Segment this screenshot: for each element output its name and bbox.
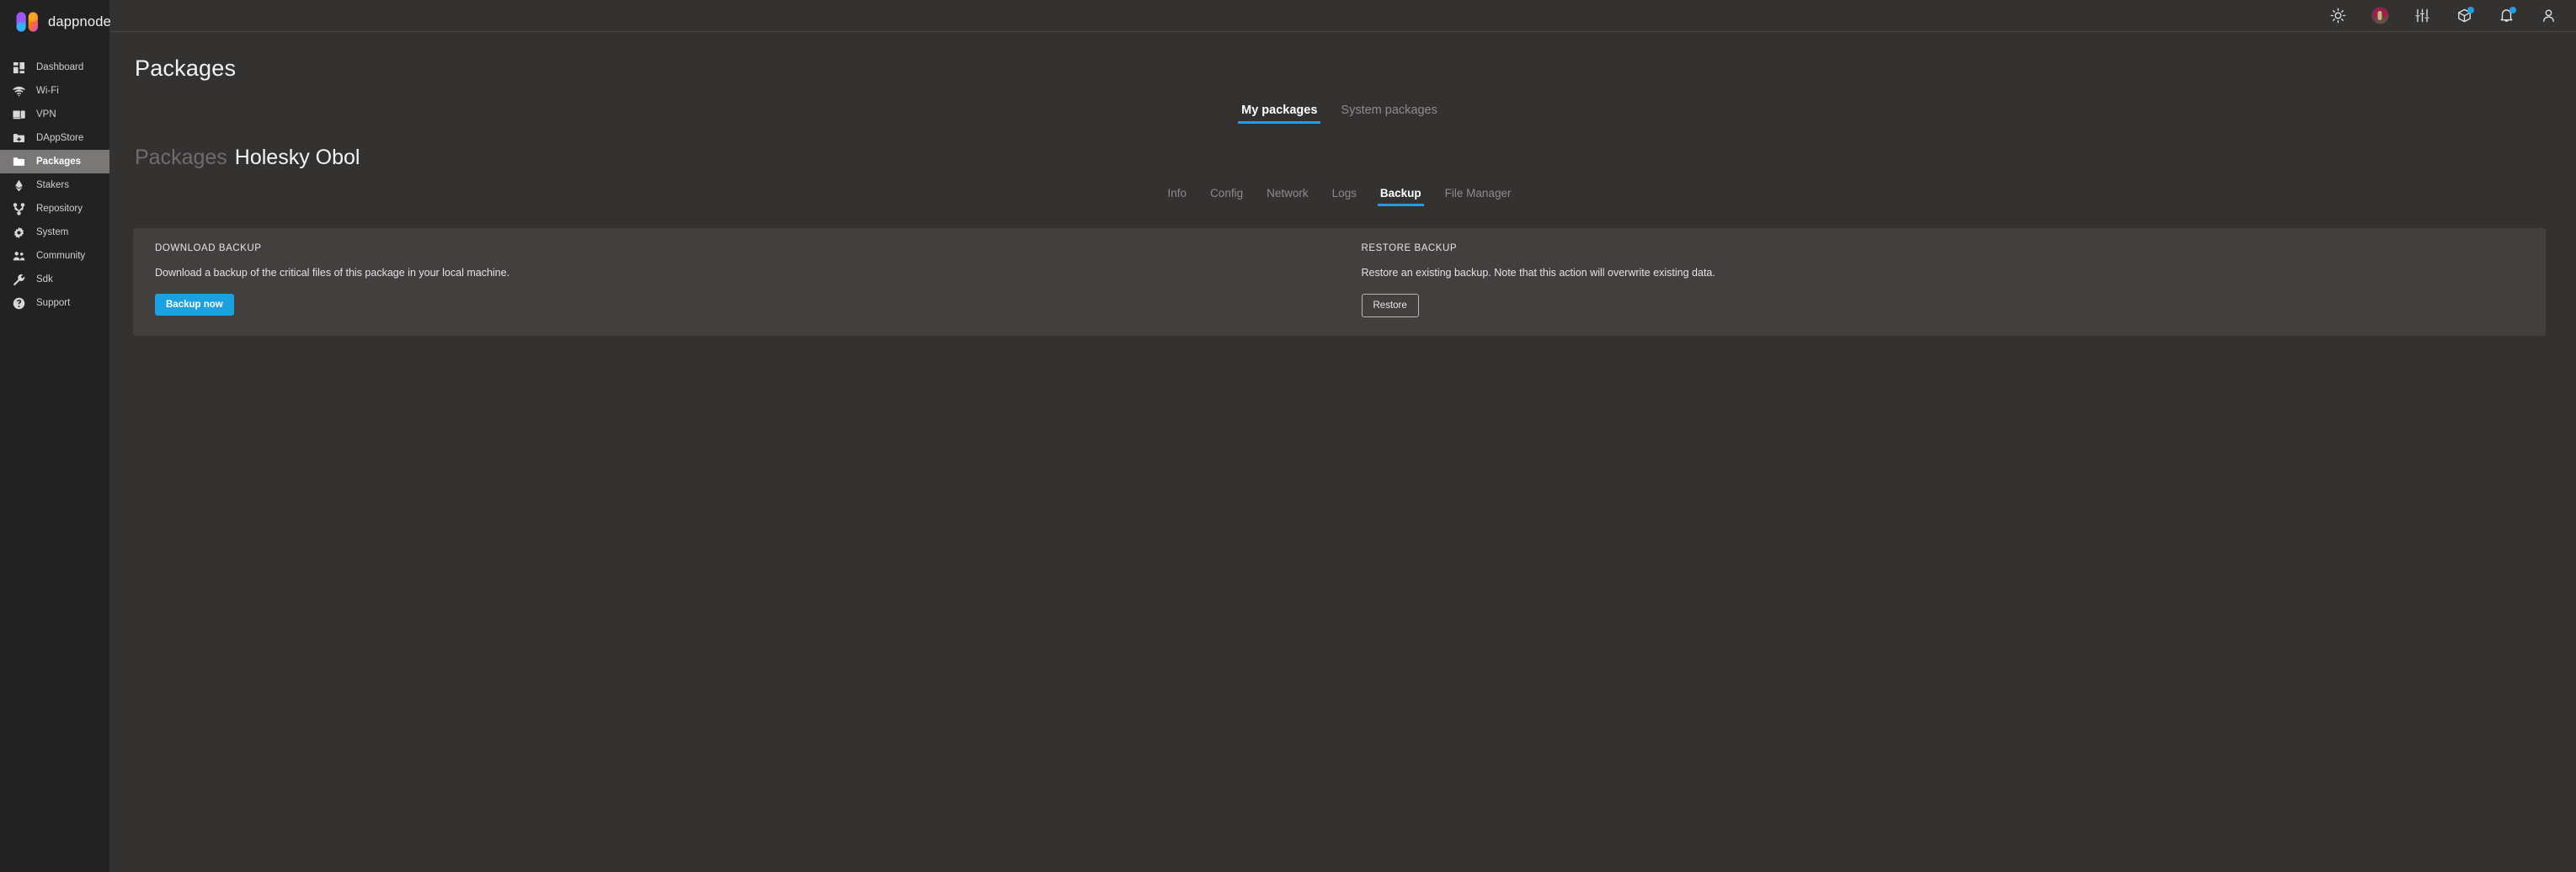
dappnode-logo-icon <box>15 11 40 33</box>
sidebar-item-label: Support <box>36 298 70 308</box>
restore-button[interactable]: Restore <box>1362 294 1419 317</box>
people-icon <box>12 249 25 263</box>
sidebar-item-dashboard[interactable]: Dashboard <box>0 56 109 79</box>
sidebar-item-label: DAppStore <box>36 133 83 143</box>
download-backup-heading: DOWNLOAD BACKUP <box>155 243 1318 253</box>
topbar <box>109 0 2576 32</box>
sidebar-item-sdk[interactable]: Sdk <box>0 268 109 291</box>
subtab-logs[interactable]: Logs <box>1330 187 1359 206</box>
page-title: Packages <box>135 56 2557 82</box>
restore-backup-section: RESTORE BACKUP Restore an existing backu… <box>1340 243 2547 317</box>
sidebar-item-label: Community <box>36 251 85 261</box>
sidebar-item-label: Stakers <box>36 180 69 190</box>
package-cube-icon[interactable] <box>2455 7 2473 25</box>
bell-icon[interactable] <box>2497 7 2515 25</box>
sliders-icon[interactable] <box>2413 7 2431 25</box>
sidebar-item-community[interactable]: Community <box>0 244 109 268</box>
subtab-info[interactable]: Info <box>1165 187 1190 206</box>
app-root: dappnode Dashboard Wi-Fi <box>0 0 2576 872</box>
notification-badge <box>2509 7 2516 13</box>
sidebar-item-label: Wi-Fi <box>36 86 59 96</box>
gear-icon <box>12 226 25 239</box>
subtab-file-manager[interactable]: File Manager <box>1443 187 1514 206</box>
restore-backup-description: Restore an existing backup. Note that th… <box>1362 266 2525 279</box>
brand-logo[interactable]: dappnode <box>0 0 109 44</box>
sidebar-nav: Dashboard Wi-Fi <box>0 56 109 315</box>
git-branch-icon <box>12 202 25 215</box>
vpn-icon <box>12 108 25 121</box>
content-wrapper: Packages My packages System packages Pac… <box>109 32 2576 336</box>
subtab-config[interactable]: Config <box>1208 187 1245 206</box>
subtab-backup[interactable]: Backup <box>1378 187 1424 206</box>
sidebar-item-label: Packages <box>36 157 81 167</box>
tab-system-packages[interactable]: System packages <box>1337 104 1440 124</box>
ethereum-icon <box>12 178 25 192</box>
sidebar-item-label: VPN <box>36 109 56 120</box>
sidebar-item-stakers[interactable]: Stakers <box>0 173 109 197</box>
folder-icon <box>12 155 25 168</box>
wrench-icon <box>12 273 25 286</box>
user-account-icon[interactable] <box>2539 7 2557 25</box>
restore-backup-heading: RESTORE BACKUP <box>1362 243 2525 253</box>
download-backup-section: DOWNLOAD BACKUP Download a backup of the… <box>133 243 1340 317</box>
notification-badge <box>2467 7 2474 13</box>
subtab-network[interactable]: Network <box>1264 187 1311 206</box>
raspberry-pi-icon[interactable] <box>2371 7 2389 25</box>
backup-panel: DOWNLOAD BACKUP Download a backup of the… <box>133 228 2546 336</box>
download-backup-description: Download a backup of the critical files … <box>155 266 1318 279</box>
sidebar-item-repository[interactable]: Repository <box>0 197 109 221</box>
main-area: Packages My packages System packages Pac… <box>109 0 2576 872</box>
wifi-icon <box>12 84 25 98</box>
sidebar-item-wifi[interactable]: Wi-Fi <box>0 79 109 103</box>
sidebar-item-label: Repository <box>36 204 83 214</box>
sidebar-item-label: Dashboard <box>36 62 83 72</box>
sidebar-item-system[interactable]: System <box>0 221 109 244</box>
breadcrumb-current: Holesky Obol <box>235 146 360 170</box>
sidebar: dappnode Dashboard Wi-Fi <box>0 0 109 872</box>
backup-now-button[interactable]: Backup now <box>155 294 234 316</box>
sidebar-item-packages[interactable]: Packages <box>0 150 109 173</box>
primary-tabs: My packages System packages <box>121 104 2557 124</box>
breadcrumb-parent[interactable]: Packages <box>135 146 227 170</box>
package-subtabs: Info Config Network Logs Backup File Man… <box>121 187 2557 206</box>
brand-name: dappnode <box>48 14 111 30</box>
sidebar-item-vpn[interactable]: VPN <box>0 103 109 126</box>
dashboard-icon <box>12 61 25 74</box>
sidebar-item-label: Sdk <box>36 274 53 284</box>
sidebar-item-support[interactable]: Support <box>0 291 109 315</box>
sidebar-item-label: System <box>36 227 68 237</box>
theme-sun-icon[interactable] <box>2328 7 2347 25</box>
tab-my-packages[interactable]: My packages <box>1238 104 1320 124</box>
breadcrumb: Packages Holesky Obol <box>135 146 2557 170</box>
question-circle-icon <box>12 296 25 310</box>
dappstore-icon <box>12 131 25 145</box>
sidebar-item-dappstore[interactable]: DAppStore <box>0 126 109 150</box>
